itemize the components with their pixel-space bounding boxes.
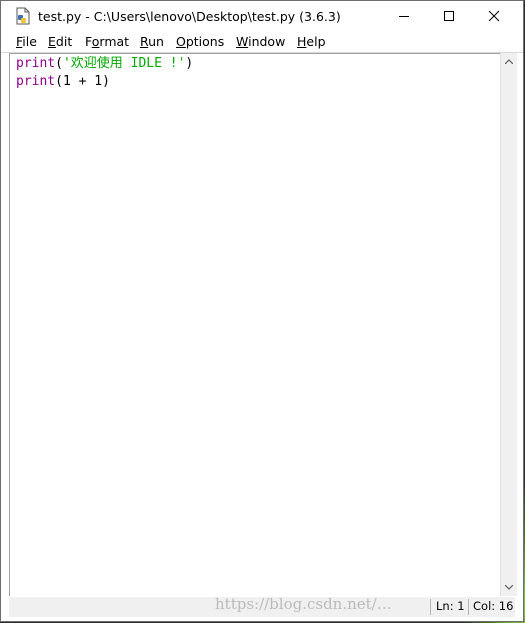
minimize-button[interactable]: [381, 1, 427, 31]
builtin-print: print: [16, 74, 56, 89]
menu-run[interactable]: Run: [140, 34, 164, 49]
maximize-icon: [444, 11, 454, 21]
menu-options[interactable]: Options: [176, 34, 224, 49]
menu-edit[interactable]: Edit: [48, 34, 72, 49]
chevron-up-icon: [505, 59, 513, 64]
code-editor[interactable]: print('欢迎使用 IDLE !') print(1 + 1): [9, 53, 500, 596]
window-title: test.py - C:\Users\lenovo\Desktop\test.p…: [38, 9, 341, 24]
code-line-2[interactable]: print(1 + 1): [16, 73, 110, 91]
close-button[interactable]: [471, 1, 517, 31]
minimize-icon: [399, 16, 409, 17]
line-number: Ln: 1: [436, 599, 465, 613]
string-literal: '欢迎使用 IDLE !': [62, 56, 186, 71]
scroll-down-button[interactable]: [501, 579, 517, 596]
menu-help[interactable]: Help: [297, 34, 326, 49]
builtin-print: print: [16, 56, 56, 71]
scroll-up-button[interactable]: [501, 53, 517, 70]
title-bar[interactable]: test.py - C:\Users\lenovo\Desktop\test.p…: [1, 1, 523, 31]
code-line-1[interactable]: print('欢迎使用 IDLE !'): [16, 55, 193, 73]
menu-file[interactable]: File: [16, 34, 37, 49]
watermark: https://blog.csdn.net/…: [215, 595, 392, 613]
close-icon: [488, 10, 500, 22]
idle-editor-window: test.py - C:\Users\lenovo\Desktop\test.p…: [0, 0, 524, 622]
menu-bar: File Edit Format Run Options Window Help: [1, 31, 523, 53]
menu-window[interactable]: Window: [236, 34, 285, 49]
python-file-icon: [16, 7, 30, 25]
status-divider: [468, 599, 469, 615]
maximize-button[interactable]: [426, 1, 472, 31]
column-number: Col: 16: [473, 599, 514, 613]
menu-format[interactable]: Format: [85, 34, 129, 49]
status-divider: [430, 599, 431, 615]
vertical-scrollbar[interactable]: [500, 53, 517, 596]
chevron-down-icon: [505, 585, 513, 590]
